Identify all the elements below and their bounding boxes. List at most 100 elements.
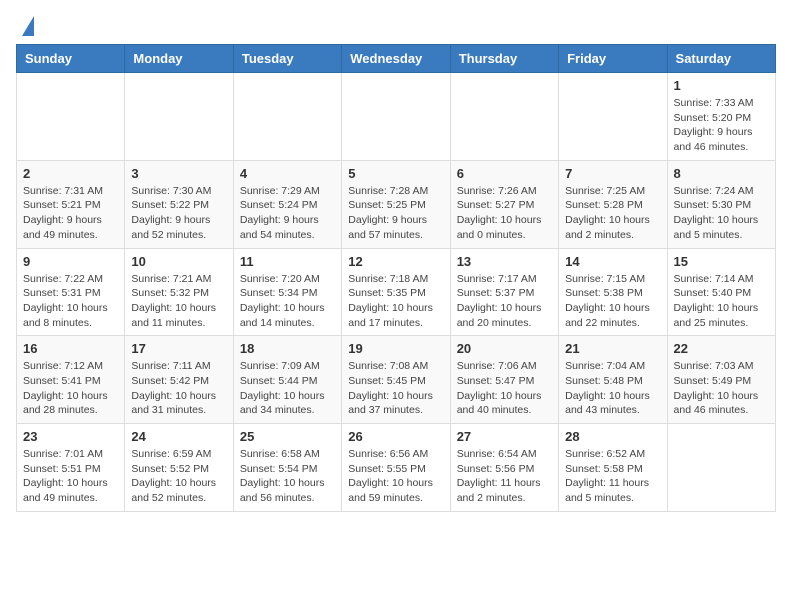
day-info: Sunrise: 7:26 AM Sunset: 5:27 PM Dayligh…	[457, 184, 552, 243]
column-header-thursday: Thursday	[450, 45, 558, 73]
day-info: Sunrise: 6:52 AM Sunset: 5:58 PM Dayligh…	[565, 447, 660, 506]
day-number: 22	[674, 341, 769, 356]
calendar-cell: 18 Sunrise: 7:09 AM Sunset: 5:44 PM Dayli…	[233, 336, 341, 424]
day-number: 24	[131, 429, 226, 444]
day-number: 16	[23, 341, 118, 356]
calendar-cell	[559, 73, 667, 161]
day-info: Sunrise: 7:14 AM Sunset: 5:40 PM Dayligh…	[674, 272, 769, 331]
day-number: 4	[240, 166, 335, 181]
calendar-header-row: SundayMondayTuesdayWednesdayThursdayFrid…	[17, 45, 776, 73]
calendar-cell: 2 Sunrise: 7:31 AM Sunset: 5:21 PM Daylig…	[17, 160, 125, 248]
day-number: 3	[131, 166, 226, 181]
column-header-saturday: Saturday	[667, 45, 775, 73]
day-number: 14	[565, 254, 660, 269]
calendar-cell: 26Sunrise: 6:56 AM Sunset: 5:55 PM Dayli…	[342, 424, 450, 512]
day-info: Sunrise: 7:08 AM Sunset: 5:45 PM Dayligh…	[348, 359, 443, 418]
calendar-cell: 6 Sunrise: 7:26 AM Sunset: 5:27 PM Daylig…	[450, 160, 558, 248]
calendar-week-2: 9Sunrise: 7:22 AM Sunset: 5:31 PM Daylig…	[17, 248, 776, 336]
calendar-week-4: 23 Sunrise: 7:01 AM Sunset: 5:51 PM Dayli…	[17, 424, 776, 512]
day-info: Sunrise: 7:31 AM Sunset: 5:21 PM Dayligh…	[23, 184, 118, 243]
day-info: Sunrise: 7:15 AM Sunset: 5:38 PM Dayligh…	[565, 272, 660, 331]
calendar-week-1: 2 Sunrise: 7:31 AM Sunset: 5:21 PM Daylig…	[17, 160, 776, 248]
calendar-cell: 25 Sunrise: 6:58 AM Sunset: 5:54 PM Dayli…	[233, 424, 341, 512]
day-number: 12	[348, 254, 443, 269]
day-number: 8	[674, 166, 769, 181]
calendar-cell: 19Sunrise: 7:08 AM Sunset: 5:45 PM Dayli…	[342, 336, 450, 424]
day-info: Sunrise: 7:21 AM Sunset: 5:32 PM Dayligh…	[131, 272, 226, 331]
calendar-cell	[450, 73, 558, 161]
day-number: 2	[23, 166, 118, 181]
page-header	[16, 16, 776, 36]
column-header-tuesday: Tuesday	[233, 45, 341, 73]
day-info: Sunrise: 7:20 AM Sunset: 5:34 PM Dayligh…	[240, 272, 335, 331]
calendar-cell	[17, 73, 125, 161]
column-header-friday: Friday	[559, 45, 667, 73]
day-number: 28	[565, 429, 660, 444]
day-number: 23	[23, 429, 118, 444]
day-info: Sunrise: 7:09 AM Sunset: 5:44 PM Dayligh…	[240, 359, 335, 418]
day-number: 25	[240, 429, 335, 444]
calendar-cell: 4 Sunrise: 7:29 AM Sunset: 5:24 PM Daylig…	[233, 160, 341, 248]
day-info: Sunrise: 7:24 AM Sunset: 5:30 PM Dayligh…	[674, 184, 769, 243]
day-info: Sunrise: 7:03 AM Sunset: 5:49 PM Dayligh…	[674, 359, 769, 418]
calendar-cell: 17Sunrise: 7:11 AM Sunset: 5:42 PM Dayli…	[125, 336, 233, 424]
day-number: 13	[457, 254, 552, 269]
calendar-cell: 12 Sunrise: 7:18 AM Sunset: 5:35 PM Dayli…	[342, 248, 450, 336]
day-number: 21	[565, 341, 660, 356]
calendar-cell: 14 Sunrise: 7:15 AM Sunset: 5:38 PM Dayli…	[559, 248, 667, 336]
calendar-cell: 24 Sunrise: 6:59 AM Sunset: 5:52 PM Dayli…	[125, 424, 233, 512]
day-info: Sunrise: 7:28 AM Sunset: 5:25 PM Dayligh…	[348, 184, 443, 243]
day-info: Sunrise: 7:30 AM Sunset: 5:22 PM Dayligh…	[131, 184, 226, 243]
day-info: Sunrise: 6:59 AM Sunset: 5:52 PM Dayligh…	[131, 447, 226, 506]
day-info: Sunrise: 7:29 AM Sunset: 5:24 PM Dayligh…	[240, 184, 335, 243]
calendar-cell: 10 Sunrise: 7:21 AM Sunset: 5:32 PM Dayli…	[125, 248, 233, 336]
calendar-cell: 21 Sunrise: 7:04 AM Sunset: 5:48 PM Dayli…	[559, 336, 667, 424]
column-header-monday: Monday	[125, 45, 233, 73]
day-number: 5	[348, 166, 443, 181]
day-number: 6	[457, 166, 552, 181]
day-info: Sunrise: 6:58 AM Sunset: 5:54 PM Dayligh…	[240, 447, 335, 506]
calendar-cell: 28 Sunrise: 6:52 AM Sunset: 5:58 PM Dayli…	[559, 424, 667, 512]
day-number: 9	[23, 254, 118, 269]
column-header-wednesday: Wednesday	[342, 45, 450, 73]
logo-icon	[22, 16, 34, 36]
calendar-cell: 23 Sunrise: 7:01 AM Sunset: 5:51 PM Dayli…	[17, 424, 125, 512]
calendar-cell: 1 Sunrise: 7:33 AM Sunset: 5:20 PM Daylig…	[667, 73, 775, 161]
day-number: 10	[131, 254, 226, 269]
calendar-cell: 8 Sunrise: 7:24 AM Sunset: 5:30 PM Daylig…	[667, 160, 775, 248]
calendar-cell: 20 Sunrise: 7:06 AM Sunset: 5:47 PM Dayli…	[450, 336, 558, 424]
day-number: 27	[457, 429, 552, 444]
column-header-sunday: Sunday	[17, 45, 125, 73]
calendar-week-3: 16Sunrise: 7:12 AM Sunset: 5:41 PM Dayli…	[17, 336, 776, 424]
calendar-cell: 5 Sunrise: 7:28 AM Sunset: 5:25 PM Daylig…	[342, 160, 450, 248]
day-number: 7	[565, 166, 660, 181]
day-number: 20	[457, 341, 552, 356]
day-number: 15	[674, 254, 769, 269]
calendar-cell: 9Sunrise: 7:22 AM Sunset: 5:31 PM Daylig…	[17, 248, 125, 336]
calendar-cell	[667, 424, 775, 512]
day-number: 1	[674, 78, 769, 93]
calendar-cell: 3 Sunrise: 7:30 AM Sunset: 5:22 PM Daylig…	[125, 160, 233, 248]
calendar-cell: 13 Sunrise: 7:17 AM Sunset: 5:37 PM Dayli…	[450, 248, 558, 336]
calendar-week-0: 1 Sunrise: 7:33 AM Sunset: 5:20 PM Daylig…	[17, 73, 776, 161]
day-number: 11	[240, 254, 335, 269]
day-info: Sunrise: 7:06 AM Sunset: 5:47 PM Dayligh…	[457, 359, 552, 418]
logo	[16, 16, 34, 36]
calendar-cell: 7 Sunrise: 7:25 AM Sunset: 5:28 PM Daylig…	[559, 160, 667, 248]
day-info: Sunrise: 7:01 AM Sunset: 5:51 PM Dayligh…	[23, 447, 118, 506]
day-info: Sunrise: 7:25 AM Sunset: 5:28 PM Dayligh…	[565, 184, 660, 243]
day-info: Sunrise: 7:33 AM Sunset: 5:20 PM Dayligh…	[674, 96, 769, 155]
calendar-cell: 11 Sunrise: 7:20 AM Sunset: 5:34 PM Dayli…	[233, 248, 341, 336]
day-info: Sunrise: 6:56 AM Sunset: 5:55 PM Dayligh…	[348, 447, 443, 506]
calendar-cell: 15 Sunrise: 7:14 AM Sunset: 5:40 PM Dayli…	[667, 248, 775, 336]
day-info: Sunrise: 7:11 AM Sunset: 5:42 PM Dayligh…	[131, 359, 226, 418]
calendar-cell	[342, 73, 450, 161]
day-info: Sunrise: 7:18 AM Sunset: 5:35 PM Dayligh…	[348, 272, 443, 331]
calendar-cell: 16Sunrise: 7:12 AM Sunset: 5:41 PM Dayli…	[17, 336, 125, 424]
calendar-cell: 22 Sunrise: 7:03 AM Sunset: 5:49 PM Dayli…	[667, 336, 775, 424]
day-number: 18	[240, 341, 335, 356]
day-info: Sunrise: 7:17 AM Sunset: 5:37 PM Dayligh…	[457, 272, 552, 331]
calendar-cell	[233, 73, 341, 161]
calendar-cell	[125, 73, 233, 161]
day-info: Sunrise: 7:04 AM Sunset: 5:48 PM Dayligh…	[565, 359, 660, 418]
